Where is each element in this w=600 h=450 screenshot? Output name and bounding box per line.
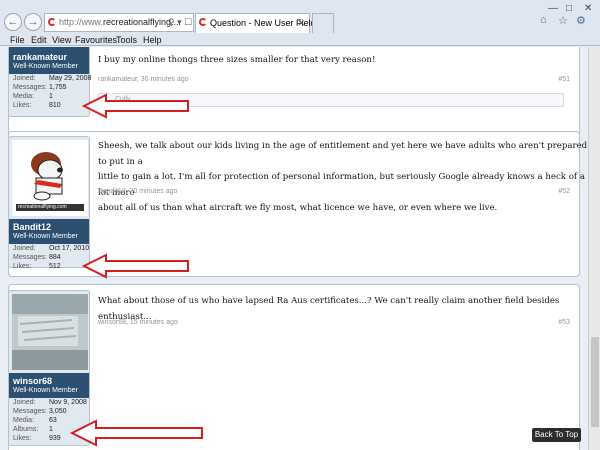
page-content: rankamateur Well-Known Member Joined: May…: [0, 47, 588, 450]
message-line: little to gain a lot. I'm all for protec…: [98, 172, 585, 198]
stat-joined: Joined: May 29, 2008: [13, 75, 92, 82]
menu-favourites[interactable]: Favourites: [75, 34, 117, 46]
stat-messages: Messages: 1,755: [13, 84, 67, 91]
address-scheme: http://www.: [59, 17, 104, 27]
lock-icon[interactable]: ☐: [184, 17, 192, 27]
menu-help[interactable]: Help: [143, 34, 162, 46]
photo-avatar: [12, 294, 88, 370]
menu-view[interactable]: View: [52, 34, 71, 46]
red-arrow-annotation: [70, 419, 203, 447]
user-info-rankamateur: rankamateur Well-Known Member Joined: May…: [8, 47, 92, 117]
message-line: Sheesh, we talk about our kids living in…: [98, 141, 588, 167]
back-to-top-button[interactable]: Back To Top: [532, 428, 581, 442]
menu-file[interactable]: File: [10, 34, 25, 46]
settings-gear-icon[interactable]: ⚙: [576, 14, 586, 27]
user-title: Well-Known Member: [9, 62, 89, 74]
minimize-icon[interactable]: —: [548, 3, 558, 14]
stat-joined: Joined: Oct 17, 2010: [13, 245, 90, 252]
avatar-caption: recreationalflying.com: [18, 204, 67, 210]
post-number[interactable]: #52: [558, 188, 570, 195]
dropdown-icon[interactable]: ▾: [177, 17, 182, 27]
stat-joined: Joined: Nov 9, 2008: [13, 399, 87, 406]
back-button-icon[interactable]: ←: [4, 13, 22, 31]
red-arrow-annotation: [82, 93, 189, 119]
post-meta[interactable]: winsor68, 15 minutes ago: [98, 319, 178, 326]
username[interactable]: Bandit12: [9, 219, 89, 232]
search-icon[interactable]: ⚲: [168, 17, 175, 27]
menu-tools[interactable]: Tools: [116, 34, 137, 46]
tab-favicon: [199, 18, 207, 26]
username[interactable]: winsor68: [9, 373, 89, 386]
menu-edit[interactable]: Edit: [31, 34, 47, 46]
post-number[interactable]: #53: [558, 319, 570, 326]
scrollbar-thumb[interactable]: [591, 337, 599, 427]
stat-messages: Messages: 884: [13, 254, 61, 261]
menu-bar: File Edit View Favourites Tools Help: [0, 34, 600, 46]
new-tab-button[interactable]: [312, 13, 334, 33]
stat-likes: Likes: 512: [13, 263, 61, 270]
post-message: Sheesh, we talk about our kids living in…: [98, 139, 588, 217]
forward-button-icon[interactable]: →: [24, 13, 42, 31]
tab-question[interactable]: Question - New User Field | ... ✕: [195, 13, 330, 33]
favorites-star-icon[interactable]: ☆: [558, 14, 568, 27]
avatar[interactable]: [12, 294, 88, 370]
post-meta[interactable]: Bandit12, 20 minutes ago: [98, 188, 177, 195]
message-line: about all of us than what aircraft we fl…: [98, 203, 498, 213]
user-title: Well-Known Member: [9, 386, 89, 398]
user-info-bandit12: recreationalflying.com Bandit12 Well-Kno…: [8, 136, 90, 270]
home-icon[interactable]: ⌂: [540, 14, 547, 26]
stat-media: Media: 1: [13, 93, 53, 100]
maximize-icon[interactable]: □: [566, 3, 572, 14]
red-arrow-annotation: [82, 253, 189, 279]
stat-messages: Messages: 3,050: [13, 408, 67, 415]
username[interactable]: rankamateur: [9, 47, 89, 62]
tab-close-icon[interactable]: ✕: [297, 14, 305, 32]
browser-chrome: ← → http://www.recreationalflying.... ⚲ …: [0, 0, 600, 46]
avatar[interactable]: recreationalflying.com: [12, 140, 88, 216]
user-title: Well-Known Member: [9, 232, 89, 244]
post-message: I buy my online thongs three sizes small…: [98, 55, 376, 65]
site-favicon: [48, 18, 56, 26]
stat-likes: Likes: 810: [13, 102, 61, 109]
vertical-scrollbar[interactable]: [588, 47, 600, 450]
close-window-icon[interactable]: ✕: [584, 3, 592, 14]
post-number[interactable]: #51: [558, 76, 570, 83]
post-meta[interactable]: rankamateur, 36 minutes ago: [98, 76, 189, 83]
